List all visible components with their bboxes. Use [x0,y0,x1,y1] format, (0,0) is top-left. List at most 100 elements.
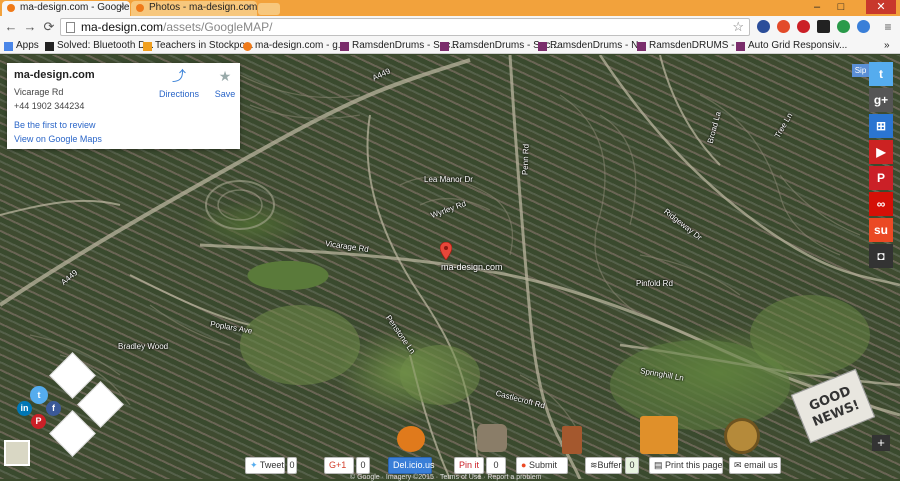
new-tab-button[interactable] [258,3,280,15]
bookmark-favicon-icon [143,42,152,51]
buffer-label: Buffer [597,460,622,470]
url-text: ma-design.com/assets/GoogleMAP/ [81,20,272,35]
tweet-button[interactable]: ✦ Tweet [245,457,285,474]
twitter-icon[interactable]: t [30,386,48,404]
email-button[interactable]: ✉ email us [729,457,781,474]
bookmark-favicon-icon [736,42,745,51]
directions-label: Directions [158,89,199,99]
road-label: Pinfold Rd [636,279,673,288]
more-bookmarks-button[interactable]: » [884,39,890,53]
pinterest-icon[interactable]: P [869,166,893,190]
print-label: Print this page [665,460,723,470]
stumble-submit-button[interactable]: ● Submit [516,457,568,474]
google-plus-icon[interactable]: g+ [869,88,893,112]
decor-object [477,424,507,452]
pinterest-extension-icon[interactable] [797,20,810,33]
view-on-google-maps-link[interactable]: View on Google Maps [14,134,102,144]
pin-it-button[interactable]: Pin it [454,457,484,474]
extension-icon[interactable] [777,20,790,33]
bookmark-label: RamsdenDRUMS - ... [649,40,746,51]
bookmark-item[interactable]: Teachers in Stockpo... [143,39,253,53]
map-pin-icon[interactable] [440,242,452,260]
printer-icon: ▤ [654,460,663,470]
extension-icon[interactable] [757,20,770,33]
apps-icon [4,42,13,51]
pinterest-icon[interactable]: P [31,414,46,429]
bookmark-label: Teachers in Stockpo... [155,40,254,51]
bookmark-star-icon[interactable]: ☆ [732,19,744,35]
delicious-button[interactable]: Del.icio.us [388,457,435,474]
back-button[interactable]: ← [3,19,19,35]
forward-button[interactable]: → [22,19,38,35]
print-button[interactable]: ▤ Print this page [649,457,723,474]
extension-icon[interactable] [857,20,870,33]
tweet-count: 0 [287,457,297,474]
bookmark-item[interactable]: ma-design.com - g... [243,39,346,53]
road-label: Penn Rd [520,143,531,176]
bookmark-favicon-icon [45,42,54,51]
save-button[interactable]: ★ Save [212,69,238,99]
bookmark-item[interactable]: Auto Grid Responsiv... [736,39,847,53]
bookmark-item[interactable]: Solved: Bluetooth D... [45,39,154,53]
bookmark-favicon-icon [637,42,646,51]
bookmark-label: ma-design.com - g... [255,40,347,51]
tab-favicon-icon [7,4,15,12]
bookmarks-bar: Apps Solved: Bluetooth D... Teachers in … [0,38,900,54]
lastfm-icon[interactable]: ∞ [869,192,893,216]
stumbleupon-icon[interactable]: su [869,218,893,242]
place-address: Vicarage Rd [14,87,64,97]
buffer-count: 0 [625,457,639,474]
pin-count: 0 [486,457,506,474]
road-label: Lea Manor Dr [424,175,473,184]
tab-googlemap[interactable]: ma-design.com - Google × [2,1,130,16]
sip-badge[interactable]: Sip [852,64,869,77]
stumbleupon-icon: ● [521,460,527,470]
save-label: Save [214,89,236,99]
bookmark-item[interactable]: RamsdenDRUMS - ... [637,39,746,53]
zoom-in-button[interactable]: + [872,435,890,451]
twitter-icon[interactable]: t [869,62,893,86]
menu-icon[interactable]: ≡ [880,19,896,35]
facebook-icon[interactable]: f [46,401,61,416]
tab-label: ma-design.com - Google [20,2,130,13]
linkedin-icon[interactable]: in [17,401,32,416]
buffer-icon: ≋ [590,460,598,470]
map-thumbnail[interactable] [4,440,30,466]
tab-favicon-icon [136,4,144,12]
place-name: ma-design.com [14,69,95,81]
review-link[interactable]: Be the first to review [14,120,96,130]
bookmark-item[interactable]: Apps [4,39,39,53]
reload-button[interactable]: ⟳ [41,19,57,35]
tab-close-icon[interactable]: × [119,1,125,15]
place-info-card: ma-design.com Vicarage Rd +44 1902 34423… [7,63,240,149]
close-window-button[interactable]: ✕ [866,0,896,14]
buffer-extension-icon[interactable] [817,20,830,33]
bookmark-label: Apps [16,40,39,51]
tab-photos[interactable]: Photos - ma-design.com × [131,1,257,16]
extension-icon[interactable] [837,20,850,33]
url-path: /assets/GoogleMAP/ [163,20,273,34]
gplus-button[interactable]: G+1 [324,457,354,474]
pin-label: ma-design.com [441,262,503,272]
instagram-icon[interactable]: ◘ [869,244,893,268]
buffer-button[interactable]: ≋Buffer [585,457,622,474]
orange-decor [397,426,425,452]
bookmark-item[interactable]: RamsdenDrums - N... [538,39,647,53]
bookmark-favicon-icon [340,42,349,51]
tab-close-icon[interactable]: × [246,1,252,15]
address-bar[interactable]: ma-design.com/assets/GoogleMAP/ ☆ [60,18,750,36]
place-phone: +44 1902 344234 [14,101,85,111]
bookmark-label: Auto Grid Responsiv... [748,40,848,51]
twitter-icon: ✦ [250,460,258,470]
bookmark-favicon-icon [243,42,252,51]
restore-button[interactable]: □ [830,0,852,14]
windows-icon[interactable]: ⊞ [869,114,893,138]
directions-button[interactable]: ⤴ Directions [156,69,202,99]
page-icon [66,22,75,33]
envelope-icon: ✉ [734,460,742,470]
minimize-button[interactable]: – [806,0,828,14]
gplus-count: 0 [356,457,370,474]
url-host: ma-design.com [81,20,164,34]
tweet-label: Tweet [259,460,284,470]
youtube-icon[interactable]: ▶ [869,140,893,164]
